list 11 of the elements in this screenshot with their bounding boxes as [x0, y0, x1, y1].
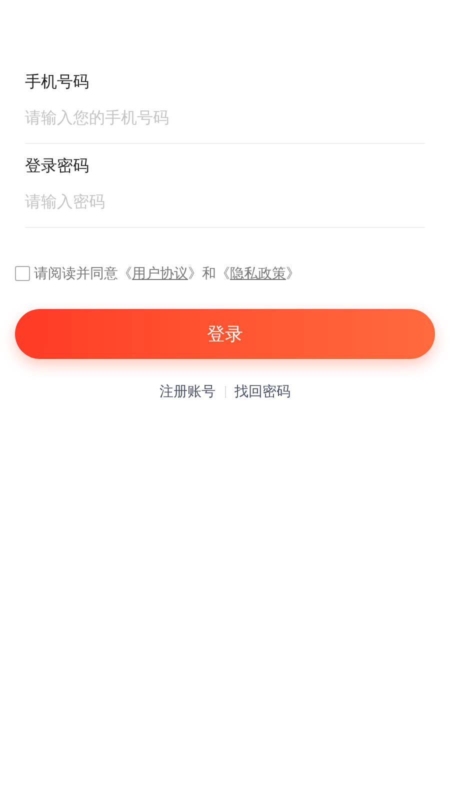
login-button[interactable]: 登录	[15, 309, 435, 359]
field-label: 手机号码	[25, 72, 90, 93]
agreement-link[interactable]: 隐私政策	[230, 265, 286, 281]
agreement-link[interactable]: 用户协议	[132, 265, 188, 281]
text-link[interactable]: 注册账号	[160, 381, 216, 402]
agreement-text: 请阅读并同意《用户协议》和《隐私政策》	[34, 264, 300, 283]
field-label: 登录密码	[25, 156, 90, 177]
input-field[interactable]: 请输入您的手机号码	[25, 108, 425, 130]
checkbox[interactable]	[15, 266, 30, 281]
input-field[interactable]: 请输入密码	[25, 192, 425, 214]
text-link[interactable]: 找回密码	[234, 381, 290, 402]
